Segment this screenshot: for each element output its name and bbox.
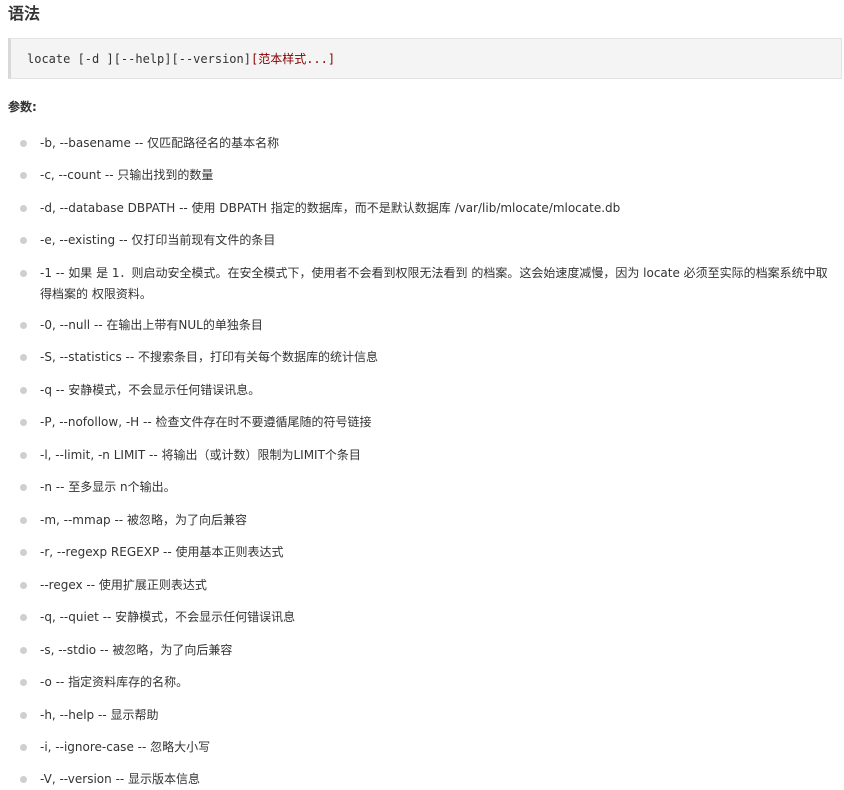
option-text: -n -- 至多显示 n个输出。 [40, 480, 176, 494]
option-text: -1 -- 如果 是 1．则启动安全模式。在安全模式下，使用者不会看到权限无法看… [40, 266, 828, 301]
option-text: -r, --regexp REGEXP -- 使用基本正则表达式 [40, 545, 284, 559]
bullet-icon [20, 387, 27, 394]
bullet-icon [20, 582, 27, 589]
option-text: -b, --basename -- 仅匹配路径名的基本名称 [40, 136, 280, 150]
bullet-icon [20, 484, 27, 491]
option-text: -0, --null -- 在输出上带有NUL的单独条目 [40, 318, 263, 332]
bullet-icon [20, 776, 27, 783]
bullet-icon [20, 744, 27, 751]
bullet-icon [20, 679, 27, 686]
bullet-icon [20, 270, 27, 277]
bullet-icon [20, 140, 27, 147]
option-text: -c, --count -- 只输出找到的数量 [40, 168, 214, 182]
bullet-icon [20, 205, 27, 212]
option-text: -q, --quiet -- 安静模式，不会显示任何错误讯息 [40, 610, 296, 624]
option-text: -q -- 安静模式，不会显示任何错误讯息。 [40, 383, 261, 397]
bullet-icon [20, 549, 27, 556]
option-text: -s, --stdio -- 被忽略，为了向后兼容 [40, 643, 233, 657]
option-text: -h, --help -- 显示帮助 [40, 708, 159, 722]
syntax-command: locate [-d ][--help][--version] [27, 52, 251, 66]
option-text: -e, --existing -- 仅打印当前现有文件的条目 [40, 233, 276, 247]
bullet-icon [20, 712, 27, 719]
option-text: -P, --nofollow, -H -- 检查文件存在时不要遵循尾随的符号链接 [40, 415, 372, 429]
option-text: -V, --version -- 显示版本信息 [40, 772, 201, 786]
option-text: -m, --mmap -- 被忽略，为了向后兼容 [40, 513, 247, 527]
bullet-icon [20, 172, 27, 179]
section-heading: 语法 [8, 4, 41, 23]
params-label: 参数: [8, 100, 37, 114]
bullet-icon [20, 419, 27, 426]
option-text: --regex -- 使用扩展正则表达式 [40, 578, 207, 592]
bullet-icon [20, 517, 27, 524]
bullet-icon [20, 452, 27, 459]
syntax-code-block: locate [-d ][--help][--version][范本样式...] [8, 38, 842, 79]
syntax-pattern: [范本样式...] [250, 52, 336, 66]
bullet-icon [20, 354, 27, 361]
option-text: -S, --statistics -- 不搜索条目，打印有关每个数据库的统计信息 [40, 350, 379, 364]
bullet-icon [20, 322, 27, 329]
option-text: -l, --limit, -n LIMIT -- 将输出（或计数）限制为LIMI… [40, 448, 361, 462]
syntax-code: locate [-d ][--help][--version][范本样式...] [27, 51, 335, 67]
option-text: -i, --ignore-case -- 忽略大小写 [40, 740, 211, 754]
option-text: -d, --database DBPATH -- 使用 DBPATH 指定的数据… [40, 201, 621, 215]
bullet-icon [20, 237, 27, 244]
option-text: -o -- 指定资料库存的名称。 [40, 675, 189, 689]
bullet-icon [20, 647, 27, 654]
bullet-icon [20, 614, 27, 621]
